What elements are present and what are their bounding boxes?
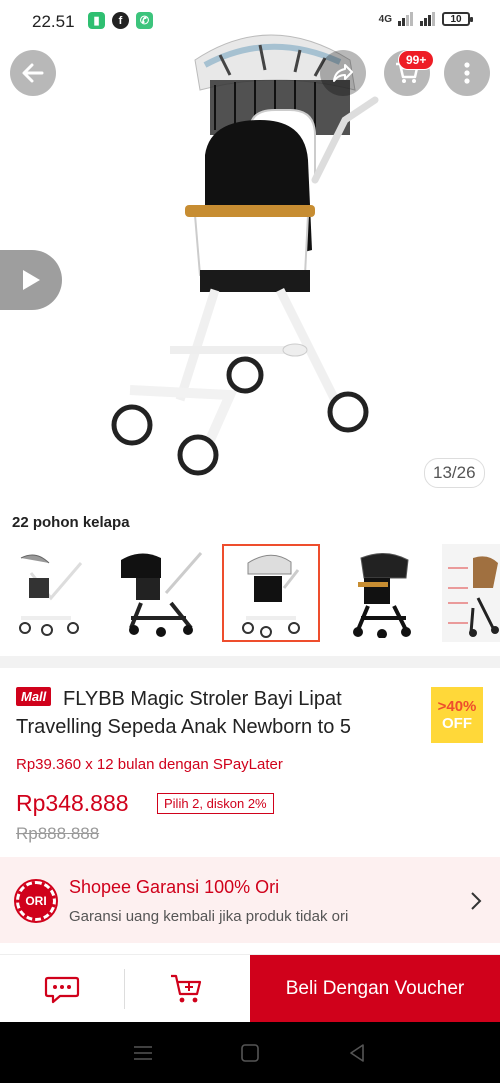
menu-icon — [134, 1045, 153, 1060]
play-icon — [23, 270, 40, 290]
system-nav-bar — [0, 1022, 500, 1083]
stroller-thumb-tropical — [242, 554, 300, 638]
network-type: 4G — [378, 13, 392, 25]
spaylater-installment[interactable]: Rp39.360 x 12 bulan dengan SPayLater — [16, 756, 283, 773]
ori-badge-icon: ORI — [14, 879, 58, 923]
image-page-counter: 13/26 — [424, 458, 485, 488]
variant-thumb-5[interactable] — [442, 544, 500, 642]
add-to-cart-button[interactable] — [125, 955, 249, 1023]
stroller-thumb-detail — [448, 556, 499, 637]
guarantee-subtitle: Garansi uang kembali jika produk tidak o… — [69, 908, 349, 925]
variant-thumbnails — [0, 544, 500, 644]
stroller-thumb-black — [121, 552, 203, 637]
back-button[interactable] — [10, 50, 56, 96]
back-nav-button[interactable] — [337, 1033, 377, 1073]
variant-thumb-3-selected[interactable] — [222, 544, 320, 642]
home-button[interactable] — [230, 1033, 270, 1073]
original-price: Rp888.888 — [16, 824, 100, 843]
guarantee-banner[interactable]: ORI Shopee Garansi 100% Ori Garansi uang… — [0, 857, 500, 943]
status-bar: 22.51 ▮ f ✆ 4G 10 — [0, 0, 500, 44]
discount-percent: >40% — [437, 698, 477, 715]
stroller-thumb-white — [19, 554, 83, 636]
variant-thumb-1[interactable] — [2, 544, 100, 642]
facebook-icon: f — [112, 12, 129, 29]
buy-button-label: Beli Dengan Voucher — [285, 978, 465, 999]
variant-thumb-2[interactable] — [112, 544, 210, 642]
more-vertical-icon — [464, 62, 470, 84]
signal-icon — [398, 12, 413, 26]
phone-call-icon: ✆ — [136, 12, 153, 29]
play-video-button[interactable] — [0, 250, 62, 310]
arrow-left-icon — [22, 63, 44, 83]
add-cart-icon — [171, 974, 202, 1003]
share-button[interactable] — [320, 50, 366, 96]
ori-badge-label: ORI — [25, 894, 47, 908]
bundle-promo-tag[interactable]: Pilih 2, diskon 2% — [157, 793, 274, 814]
product-title: FLYBB Magic Stroler Bayi Lipat Travellin… — [16, 688, 352, 738]
status-right: 4G 10 — [378, 12, 473, 26]
variant-title: 22 pohon kelapa — [12, 514, 130, 531]
chevron-right-icon — [471, 892, 482, 910]
recent-apps-button[interactable] — [123, 1033, 163, 1073]
battery-saver-icon: ▮ — [88, 12, 105, 29]
buy-with-voucher-button[interactable]: Beli Dengan Voucher — [250, 955, 500, 1023]
home-square-icon — [241, 1043, 259, 1062]
battery-icon: 10 — [442, 12, 473, 26]
section-divider — [0, 656, 500, 668]
chat-icon — [44, 976, 80, 1004]
back-triangle-icon — [349, 1043, 364, 1062]
battery-level: 10 — [450, 13, 462, 25]
status-time: 22.51 — [32, 12, 75, 31]
chat-button[interactable] — [0, 955, 124, 1023]
guarantee-title: Shopee Garansi 100% Ori — [69, 877, 280, 897]
bottom-action-bar: Beli Dengan Voucher — [0, 954, 500, 1023]
cart-count-badge: 99+ — [398, 50, 435, 70]
discount-off-label: OFF — [442, 715, 472, 732]
signal-icon-2 — [420, 12, 435, 26]
discount-tag: >40% OFF — [431, 687, 483, 743]
product-image-gallery[interactable]: 99+ 13/26 — [0, 0, 500, 505]
more-options-button[interactable] — [444, 50, 490, 96]
variant-thumb-4[interactable] — [332, 544, 430, 642]
notification-icons: ▮ f ✆ — [88, 12, 153, 29]
share-icon — [333, 64, 353, 82]
stroller-thumb-pattern — [353, 553, 411, 638]
product-price: Rp348.888 — [16, 790, 129, 816]
